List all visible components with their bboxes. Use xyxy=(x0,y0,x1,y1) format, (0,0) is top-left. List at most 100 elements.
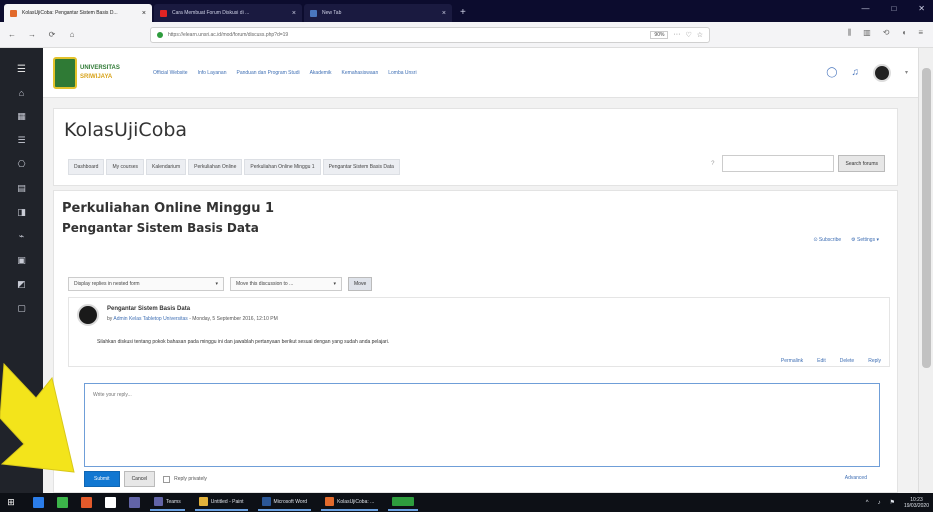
reply-textarea[interactable] xyxy=(84,383,880,467)
taskbar-app[interactable]: Untitled - Paint xyxy=(194,494,248,511)
page-scrollbar[interactable] xyxy=(918,48,933,493)
header-menu-item[interactable]: Kemahasiswaan xyxy=(342,70,379,76)
header-menu-item[interactable]: Info Layanan xyxy=(198,70,227,76)
tray-chevron-icon[interactable]: ^ xyxy=(866,500,869,506)
drawer-dashboard-icon[interactable]: ▦ xyxy=(0,111,43,122)
taskbar-app[interactable]: KolasUjiCoba: ... xyxy=(321,494,379,511)
move-button[interactable]: Move xyxy=(348,277,373,291)
taskbar-app[interactable]: Microsoft Word xyxy=(257,494,312,511)
address-bar[interactable]: https://elearn.unsri.ac.id/mod/forum/dis… xyxy=(150,26,710,43)
clock[interactable]: 10:23 19/03/2020 xyxy=(904,497,929,509)
browser-tab-active[interactable]: KolasUjiCoba: Pengantar Sistem Basis D..… xyxy=(4,4,152,22)
tab-close-icon[interactable]: × xyxy=(292,10,296,17)
university-logo[interactable]: UNIVERSITAS SRIWIJAYA xyxy=(53,55,133,91)
sync-icon[interactable]: ⟲ xyxy=(883,28,890,38)
new-tab-button[interactable]: + xyxy=(460,4,466,22)
drawer-participants-icon[interactable]: ◨ xyxy=(0,207,43,218)
search-forums-input[interactable] xyxy=(722,155,835,172)
start-icon[interactable]: ⊞ xyxy=(2,497,20,508)
extension-icon[interactable]: ◖ xyxy=(901,28,906,38)
home-icon[interactable]: ⌂ xyxy=(64,30,80,39)
drawer-calendar-icon[interactable]: ⎔ xyxy=(0,159,43,170)
post-author-link[interactable]: Admin Kelas Tabletop Universitas xyxy=(113,316,187,322)
course-title: KolasUjiCoba xyxy=(64,119,188,141)
tab-label: KolasUjiCoba: Pengantar Sistem Basis D..… xyxy=(22,10,118,16)
drawer-badges-icon[interactable]: ⌁ xyxy=(0,231,43,242)
cancel-button[interactable]: Cancel xyxy=(123,471,156,487)
drawer-folder-icon[interactable]: ◩ xyxy=(0,279,43,290)
taskbar-pinned-icon[interactable] xyxy=(33,497,44,508)
page-actions-icon[interactable]: ··· xyxy=(673,31,680,38)
scrollbar-thumb[interactable] xyxy=(922,68,931,368)
header-menu-item[interactable]: Official Website xyxy=(153,70,188,76)
display-mode-select[interactable]: Display replies in nested form ▾ xyxy=(68,277,224,291)
taskbar-pinned-icon[interactable] xyxy=(81,497,92,508)
drawer-grades-icon[interactable]: ▣ xyxy=(0,255,43,266)
post-commands: Permalink Edit Delete Reply xyxy=(781,358,881,364)
header-menu-item[interactable]: Akademik xyxy=(310,70,332,76)
taskbar-app-label: KolasUjiCoba: ... xyxy=(337,498,375,505)
forward-icon[interactable]: → xyxy=(24,30,40,39)
browser-tab[interactable]: Cara Membuat Forum Diskusi di ... × xyxy=(154,4,302,22)
discussion-title: Pengantar Sistem Basis Data xyxy=(62,221,259,235)
reply-link[interactable]: Reply xyxy=(868,358,881,364)
user-menu-caret-icon[interactable]: ▾ xyxy=(905,69,908,76)
permalink-link[interactable]: Permalink xyxy=(781,358,803,364)
header-menu-item[interactable]: Lomba Unsri xyxy=(388,70,416,76)
reload-icon[interactable]: ⟳ xyxy=(44,30,60,39)
back-icon[interactable]: ← xyxy=(4,30,20,39)
breadcrumb-item[interactable]: Kalendarium xyxy=(146,159,187,175)
tab-close-icon[interactable]: × xyxy=(442,10,446,17)
taskbar-pinned-icon[interactable] xyxy=(129,497,140,508)
move-discussion-select[interactable]: Move this discussion to ... ▾ xyxy=(230,277,342,291)
settings-link[interactable]: ⚙ Settings ▾ xyxy=(851,237,879,243)
breadcrumb-item[interactable]: Pengantar Sistem Basis Data xyxy=(322,159,400,175)
taskbar-pinned-icon[interactable] xyxy=(105,497,116,508)
close-window-icon[interactable]: ✕ xyxy=(918,4,925,13)
browser-menu-icon[interactable]: ≡ xyxy=(918,28,923,38)
breadcrumb-item[interactable]: My courses xyxy=(106,159,145,175)
subscribe-link[interactable]: ⊙ Subscribe xyxy=(813,237,841,243)
breadcrumb-item[interactable]: Perkuliahan Online xyxy=(188,159,243,175)
volume-icon[interactable]: ♪ xyxy=(878,500,881,506)
breadcrumb-item[interactable]: Perkuliahan Online Minggu 1 xyxy=(244,159,321,175)
maximize-icon[interactable]: □ xyxy=(891,4,896,13)
taskbar-app[interactable] xyxy=(388,494,419,511)
post-byline: by Admin Kelas Tabletop Universitas - Mo… xyxy=(107,316,278,322)
sidebar-icon[interactable]: ▥ xyxy=(863,28,871,38)
word-icon xyxy=(261,497,271,506)
browser-tab[interactable]: New Tab × xyxy=(304,4,452,22)
hamburger-menu-icon[interactable]: ☰ xyxy=(0,64,43,75)
advanced-link[interactable]: Advanced xyxy=(845,475,867,481)
tab-favicon-icon xyxy=(10,9,17,17)
reply-privately-checkbox[interactable] xyxy=(163,475,171,483)
url-text[interactable]: https://elearn.unsri.ac.id/mod/forum/dis… xyxy=(168,32,645,38)
zoom-level[interactable]: 90% xyxy=(650,30,669,39)
pocket-icon[interactable]: ♡ xyxy=(685,31,691,39)
author-avatar[interactable] xyxy=(77,304,99,326)
search-forums-button[interactable]: Search forums xyxy=(838,155,885,172)
messages-icon[interactable]: ◯ xyxy=(826,67,837,78)
notification-flag-icon[interactable]: ⚑ xyxy=(890,499,895,506)
reply-privately-label: Reply privately xyxy=(174,476,207,482)
delete-link[interactable]: Delete xyxy=(840,358,854,364)
search-help-icon[interactable]: ? xyxy=(711,161,714,167)
drawer-files-icon[interactable]: ▤ xyxy=(0,183,43,194)
byline-prefix: by xyxy=(107,316,113,322)
taskbar-pinned-icon[interactable] xyxy=(57,497,68,508)
breadcrumb-item[interactable]: Dashboard xyxy=(68,159,105,175)
library-icon[interactable]: ⫼ xyxy=(848,28,852,38)
taskbar-app[interactable]: Teams xyxy=(150,494,185,511)
drawer-home-icon[interactable]: ⌂ xyxy=(0,88,43,98)
bookmark-star-icon[interactable]: ☆ xyxy=(697,31,703,39)
tab-close-icon[interactable]: × xyxy=(142,10,146,17)
drawer-courses-icon[interactable]: ☰ xyxy=(0,135,43,146)
edit-link[interactable]: Edit xyxy=(817,358,826,364)
tab-label: New Tab xyxy=(322,10,342,16)
minimize-icon[interactable]: — xyxy=(861,4,869,13)
notifications-icon[interactable]: ♫ xyxy=(851,67,859,78)
drawer-section-icon[interactable]: ▢ xyxy=(0,303,43,314)
user-avatar[interactable] xyxy=(872,63,891,82)
header-menu-item[interactable]: Panduan dan Program Studi xyxy=(236,70,299,76)
submit-button[interactable]: Submit xyxy=(84,471,120,487)
